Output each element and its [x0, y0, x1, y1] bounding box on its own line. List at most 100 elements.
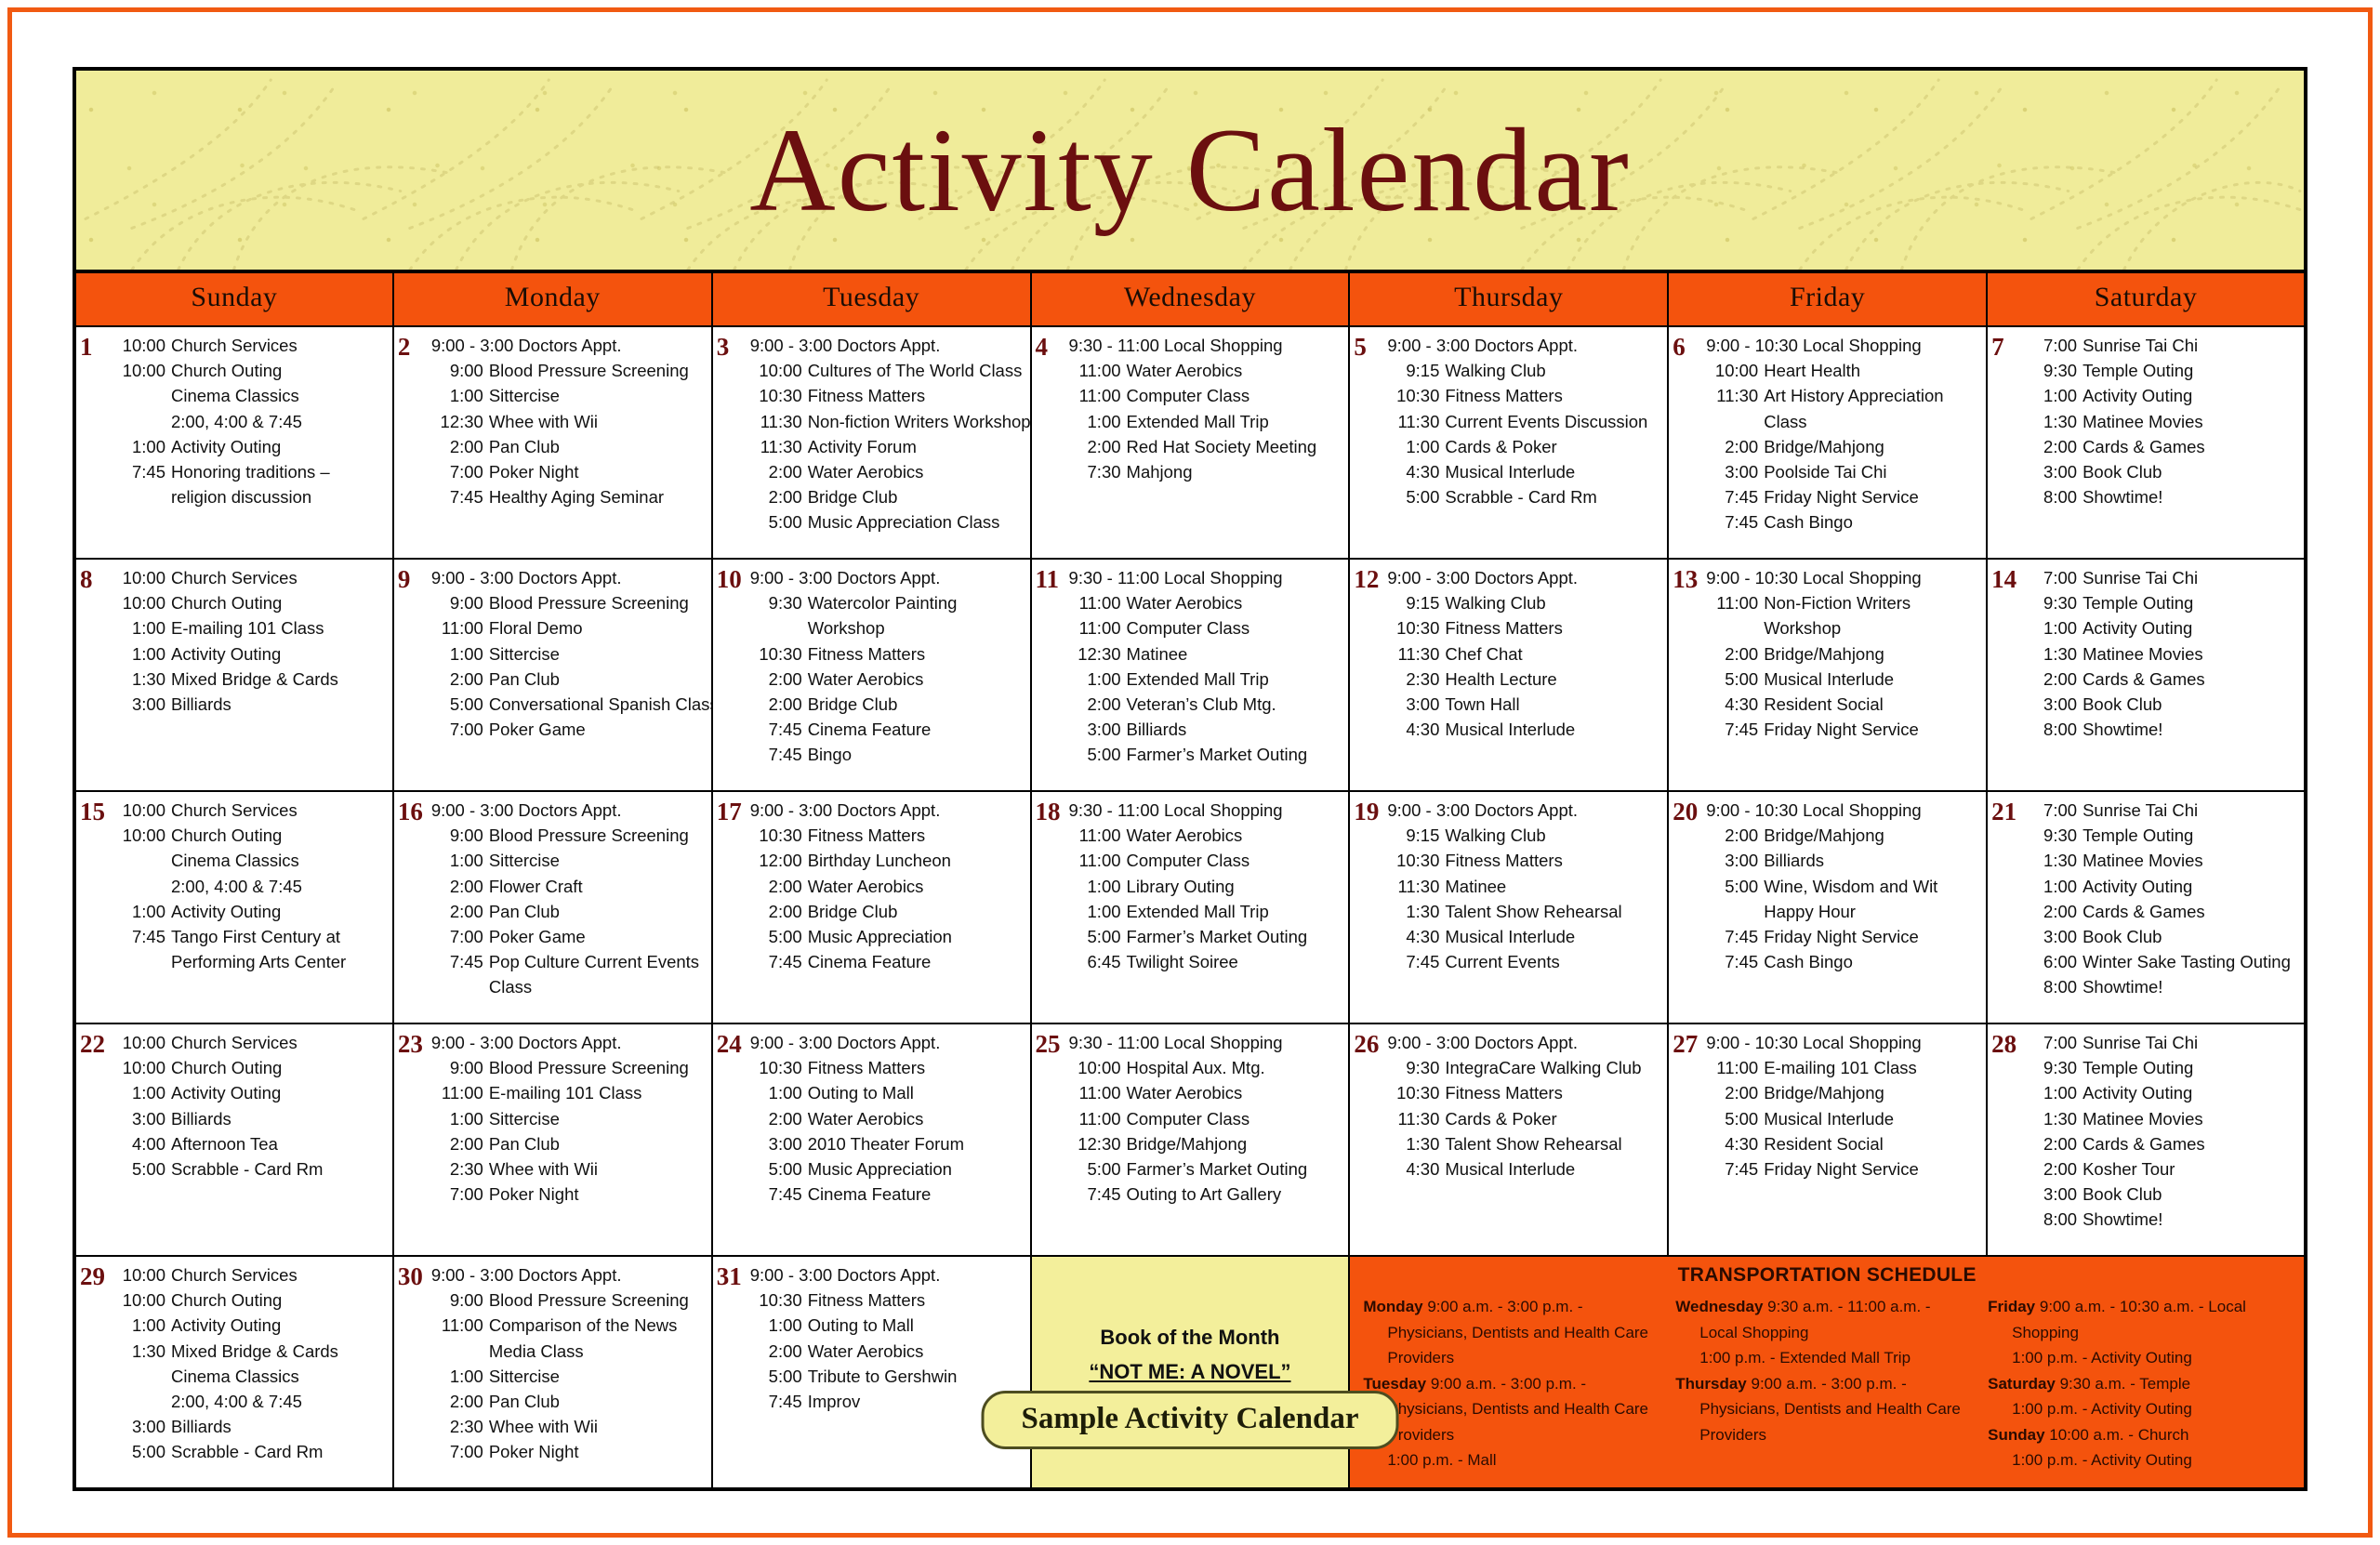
- event-text: 9:00 - 3:00 Doctors Appt.: [1387, 568, 1579, 588]
- day-cell-1[interactable]: 1 10:00 Church Services 10:00 Church Outing C…: [73, 325, 394, 560]
- event-text: Cinema Feature: [807, 1184, 932, 1205]
- event-item: 10:00 Church Outing: [113, 823, 387, 848]
- day-cell-7[interactable]: 7 7:00 Sunrise Tai Chi 9:30 Temple Outing 1:…: [1986, 325, 2307, 560]
- day-number: 11: [1035, 565, 1060, 593]
- day-cell-2[interactable]: 2 9:00 - 3:00 Doctors Appt. 9:00 Blood Pres…: [391, 325, 713, 560]
- day-cell-23[interactable]: 23 9:00 - 3:00 Doctors Appt. 9:00 Blood Pre…: [391, 1023, 713, 1257]
- event-time: 3:00: [1725, 851, 1759, 871]
- day-cell-30[interactable]: 30 9:00 - 3:00 Doctors Appt. 9:00 Blood Pre…: [391, 1255, 713, 1490]
- event-time: 7:45: [131, 461, 165, 482]
- event-item: 1:30 Mixed Bridge & Cards: [113, 667, 387, 692]
- event-time: 4:00: [131, 1133, 165, 1154]
- event-list: 9:30 - 11:00 Local Shopping 10:00 Hospital…: [1069, 1030, 1343, 1207]
- event-text: Comparison of the News: [488, 1315, 678, 1336]
- event-time: [113, 484, 171, 509]
- day-cell-21[interactable]: 21 7:00 Sunrise Tai Chi 9:30 Temple Outing 1…: [1986, 790, 2307, 1024]
- event-text: Class: [1764, 411, 1807, 431]
- event-text: Scrabble - Card Rm: [171, 1442, 324, 1462]
- day-cell-31[interactable]: 31 9:00 - 3:00 Doctors Appt. 10:30 Fitness …: [710, 1255, 1032, 1490]
- day-cell-8[interactable]: 8 10:00 Church Services 10:00 Church Outing 1…: [73, 558, 394, 792]
- event-item: 5:00 Musical Interlude: [1706, 667, 1980, 692]
- event-text: Outing to Mall: [807, 1083, 914, 1103]
- event-item: 1:00 Extended Mall Trip: [1069, 667, 1343, 692]
- event-text: 9:00 - 3:00 Doctors Appt.: [430, 568, 622, 588]
- day-cell-28[interactable]: 28 7:00 Sunrise Tai Chi 9:30 Temple Outing 1…: [1986, 1023, 2307, 1257]
- transportation-title: TRANSPORTATION SCHEDULE: [1677, 1264, 1977, 1286]
- day-cell-5[interactable]: 5 9:00 - 3:00 Doctors Appt. 9:15 Walking Cl…: [1348, 325, 1670, 560]
- event-text: Water Aerobics: [807, 668, 924, 689]
- event-item: 5:00 Farmer’s Market Outing: [1069, 924, 1343, 949]
- event-time: [431, 974, 489, 999]
- event-time: 2:00: [1725, 643, 1759, 664]
- day-cell-24[interactable]: 24 9:00 - 3:00 Doctors Appt. 10:30 Fitness …: [710, 1023, 1032, 1257]
- event-item: 9:00 - 3:00 Doctors Appt.: [750, 1030, 1025, 1055]
- event-text: Sittercise: [488, 851, 560, 871]
- event-time: 5:00: [1087, 745, 1121, 765]
- day-cell-12[interactable]: 12 9:00 - 3:00 Doctors Appt. 9:15 Walking C…: [1348, 558, 1670, 792]
- event-item: 10:00 Cultures of The World Class: [750, 358, 1025, 383]
- event-text: Activity Outing: [171, 436, 282, 456]
- event-item: 1:00 Cards & Poker: [1387, 434, 1661, 459]
- event-time: 11:30: [760, 411, 802, 431]
- day-cell-18[interactable]: 18 9:30 - 11:00 Local Shopping 11:00 Water …: [1029, 790, 1351, 1024]
- event-time: 6:00: [2043, 952, 2078, 972]
- event-item: 9:15 Walking Club: [1387, 590, 1661, 615]
- day-cell-20[interactable]: 20 9:00 - 10:30 Local Shopping 2:00 Bridge/…: [1667, 790, 1989, 1024]
- day-cell-17[interactable]: 17 9:00 - 3:00 Doctors Appt. 10:30 Fitness …: [710, 790, 1032, 1024]
- event-time: 3:00: [1087, 720, 1121, 740]
- day-cell-13[interactable]: 13 9:00 - 10:30 Local Shopping 11:00 Non-Fi…: [1667, 558, 1989, 792]
- day-cell-10[interactable]: 10 9:00 - 3:00 Doctors Appt. 9:30 Watercolo…: [710, 558, 1032, 792]
- event-item: 1:00 Extended Mall Trip: [1069, 409, 1343, 434]
- event-time: 12:30: [440, 411, 483, 431]
- event-item: 3:00 Book Club: [2025, 459, 2298, 484]
- event-time: 2:00: [1725, 1083, 1759, 1103]
- day-cell-25[interactable]: 25 9:30 - 11:00 Local Shopping 10:00 Hospit…: [1029, 1023, 1351, 1257]
- day-cell-16[interactable]: 16 9:00 - 3:00 Doctors Appt. 9:00 Blood Pre…: [391, 790, 713, 1024]
- event-item: 10:00 Church Outing: [113, 590, 387, 615]
- event-item: 2:00 Red Hat Society Meeting: [1069, 434, 1343, 459]
- day-cell-11[interactable]: 11 9:30 - 11:00 Local Shopping 11:00 Water …: [1029, 558, 1351, 792]
- event-time: 7:00: [449, 461, 483, 482]
- day-cell-26[interactable]: 26 9:00 - 3:00 Doctors Appt. 9:30 IntegraCa…: [1348, 1023, 1670, 1257]
- day-cell-9[interactable]: 9 9:00 - 3:00 Doctors Appt. 9:00 Blood Pres…: [391, 558, 713, 792]
- event-item: 1:30 Talent Show Rehearsal: [1387, 899, 1661, 924]
- event-item: 1:00 Outing to Mall: [750, 1313, 1025, 1338]
- event-text: Twilight Soiree: [1126, 952, 1238, 972]
- event-item: 11:00 Water Aerobics: [1069, 590, 1343, 615]
- event-text: Friday Night Service: [1764, 487, 1919, 508]
- day-cell-27[interactable]: 27 9:00 - 10:30 Local Shopping 11:00 E-mail…: [1667, 1023, 1989, 1257]
- event-time: [113, 874, 171, 899]
- day-cell-15[interactable]: 15 10:00 Church Services 10:00 Church Outing…: [73, 790, 394, 1024]
- transportation-detail: 1:00 p.m. - Activity Outing: [2012, 1349, 2192, 1367]
- event-text: Billiards: [171, 1108, 231, 1129]
- event-time: 10:30: [759, 1058, 802, 1078]
- day-cell-4[interactable]: 4 9:30 - 11:00 Local Shopping 11:00 Water A…: [1029, 325, 1351, 560]
- day-number: 30: [397, 1262, 423, 1290]
- event-time: 2:00: [768, 487, 802, 508]
- event-item: 11:00 Water Aerobics: [1069, 358, 1343, 383]
- day-cell-22[interactable]: 22 10:00 Church Services 10:00 Church Outing…: [73, 1023, 394, 1257]
- event-text: Cash Bingo: [1764, 952, 1853, 972]
- event-item: 9:15 Walking Club: [1387, 358, 1661, 383]
- event-text: Pop Culture Current Events: [488, 952, 700, 972]
- event-item: 9:00 - 10:30 Local Shopping: [1706, 565, 1980, 590]
- book-title: “NOT ME: A NOVEL”: [1089, 1360, 1291, 1384]
- event-item: 7:45 Healthy Aging Seminar: [431, 484, 706, 509]
- event-time: 10:00: [1714, 361, 1759, 381]
- event-time: 10:00: [122, 1290, 165, 1311]
- event-item: 5:00 Music Appreciation: [750, 1156, 1025, 1182]
- day-cell-6[interactable]: 6 9:00 - 10:30 Local Shopping 10:00 Heart H…: [1667, 325, 1989, 560]
- event-text: Cards & Games: [2082, 436, 2205, 456]
- event-item: 2:00 Kosher Tour: [2025, 1156, 2298, 1182]
- day-header-friday: Friday: [1667, 271, 1989, 327]
- event-text: Wine, Wisdom and Wit: [1764, 876, 1938, 896]
- day-number: 27: [1673, 1030, 1699, 1058]
- day-cell-19[interactable]: 19 9:00 - 3:00 Doctors Appt. 9:15 Walking C…: [1348, 790, 1670, 1024]
- event-text: Musical Interlude: [1764, 668, 1895, 689]
- day-cell-29[interactable]: 29 10:00 Church Services 10:00 Church Outing…: [73, 1255, 394, 1490]
- event-time: 5:00: [1087, 926, 1121, 946]
- day-cell-3[interactable]: 3 9:00 - 3:00 Doctors Appt. 10:00 Cultures …: [710, 325, 1032, 560]
- event-text: Bridge/Mahjong: [1764, 825, 1884, 846]
- day-cell-14[interactable]: 14 7:00 Sunrise Tai Chi 9:30 Temple Outing 1…: [1986, 558, 2307, 792]
- event-text: 9:00 - 10:30 Local Shopping: [1706, 800, 1922, 820]
